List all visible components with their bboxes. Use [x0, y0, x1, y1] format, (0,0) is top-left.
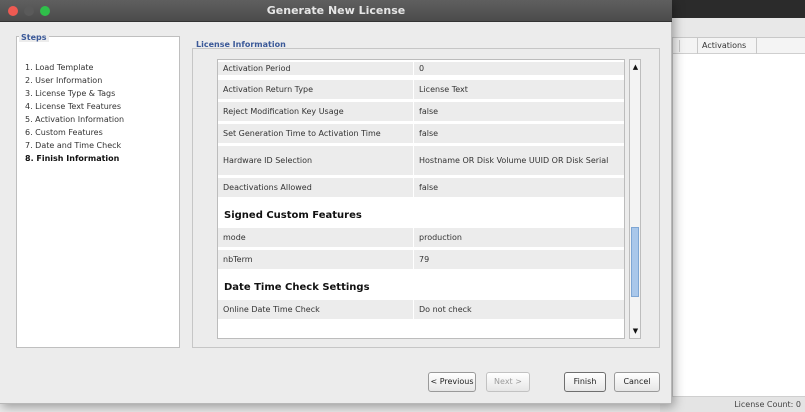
scroll-thumb[interactable] — [631, 227, 639, 297]
row-value: 0 — [414, 62, 624, 76]
cancel-button[interactable]: Cancel — [614, 372, 660, 392]
finish-button[interactable]: Finish — [564, 372, 606, 392]
table-row: Activation Return Type License Text — [218, 80, 624, 100]
row-key: Online Date Time Check — [218, 300, 414, 320]
step-user-information: 2. User Information — [25, 76, 103, 85]
table-row: Online Date Time Check Do not check — [218, 300, 624, 320]
vertical-scrollbar[interactable]: ▲ ▼ — [629, 59, 641, 339]
step-license-text-features: 4. License Text Features — [25, 102, 121, 111]
license-count-label: License Count: 0 — [734, 400, 801, 409]
column-separator — [679, 40, 680, 52]
row-key: Activation Return Type — [218, 80, 414, 100]
row-key: Activation Period — [218, 62, 414, 76]
licenses-table: Activations — [672, 38, 805, 396]
row-value: production — [414, 228, 624, 248]
table-row: nbTerm 79 — [218, 250, 624, 270]
table-row: Deactivations Allowed false — [218, 178, 624, 198]
scroll-up-arrow-icon[interactable]: ▲ — [631, 62, 640, 72]
table-row: Set Generation Time to Activation Time f… — [218, 124, 624, 144]
row-value: false — [414, 178, 624, 198]
step-load-template: 1. Load Template — [25, 63, 94, 72]
date-time-check-settings-title: Date Time Check Settings — [224, 282, 370, 293]
row-value: License Text — [414, 80, 624, 100]
row-value: Do not check — [414, 300, 624, 320]
row-key: Hardware ID Selection — [218, 146, 414, 176]
step-finish-information: 8. Finish Information — [25, 154, 120, 163]
table-row: Activation Period 0 — [218, 62, 624, 76]
row-key: Reject Modification Key Usage — [218, 102, 414, 122]
row-value: Hostname OR Disk Volume UUID OR Disk Ser… — [414, 146, 624, 176]
signed-custom-features-title: Signed Custom Features — [224, 210, 362, 221]
steps-header: Steps — [19, 33, 49, 42]
generate-license-dialog: Generate New License Steps 1. Load Templ… — [0, 0, 672, 404]
next-button[interactable]: Next > — [486, 372, 530, 392]
licenses-table-header: Activations — [673, 38, 805, 54]
steps-list: 1. Load Template 2. User Information 3. … — [25, 61, 124, 165]
row-value: false — [414, 124, 624, 144]
license-info-table: Activation Period 0 Activation Return Ty… — [217, 59, 625, 339]
dialog-titlebar: Generate New License — [0, 0, 672, 22]
step-license-type-tags: 3. License Type & Tags — [25, 89, 116, 98]
background-titlebar — [660, 0, 805, 18]
row-key: nbTerm — [218, 250, 414, 270]
row-key: mode — [218, 228, 414, 248]
step-date-time-check: 7. Date and Time Check — [25, 141, 122, 150]
step-activation-information: 5. Activation Information — [25, 115, 125, 124]
table-row: Reject Modification Key Usage false — [218, 102, 624, 122]
status-bar: License Count: 0 — [660, 396, 805, 412]
steps-panel: Steps 1. Load Template 2. User Informati… — [16, 33, 180, 348]
table-row: mode production — [218, 228, 624, 248]
dialog-title: Generate New License — [266, 4, 406, 17]
scroll-down-arrow-icon[interactable]: ▼ — [631, 326, 640, 336]
row-value: 79 — [414, 250, 624, 270]
activations-column-header[interactable]: Activations — [697, 38, 757, 54]
row-value: false — [414, 102, 624, 122]
license-information-panel: Activation Period 0 Activation Return Ty… — [192, 48, 660, 348]
step-custom-features: 6. Custom Features — [25, 128, 103, 137]
previous-button[interactable]: < Previous — [428, 372, 476, 392]
row-key: Deactivations Allowed — [218, 178, 414, 198]
background-toolbar — [660, 18, 805, 38]
row-key: Set Generation Time to Activation Time — [218, 124, 414, 144]
table-row: Hardware ID Selection Hostname OR Disk V… — [218, 146, 624, 176]
